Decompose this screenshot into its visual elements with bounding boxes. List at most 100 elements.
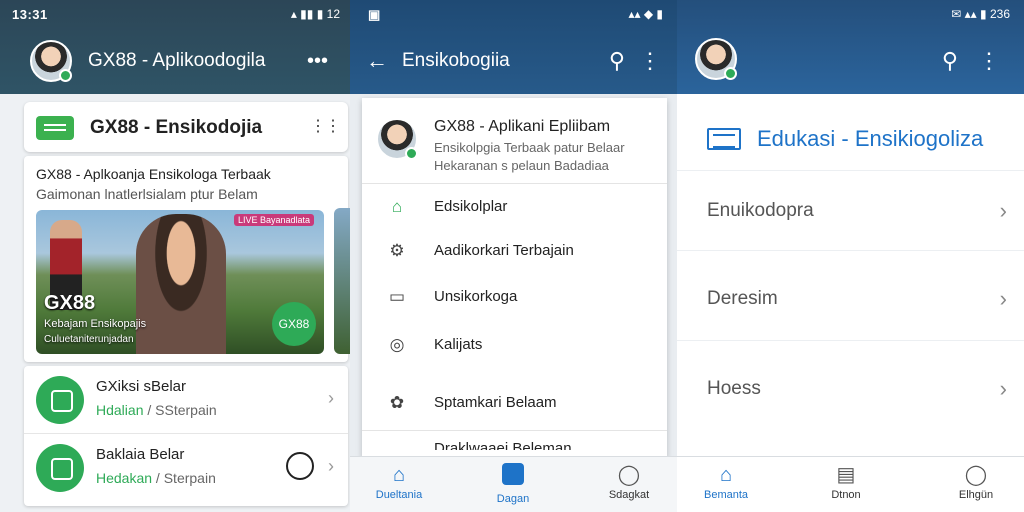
drawer-item-label: Kalijats [434,336,483,353]
featured-title: GX88 - Aplkoanja Ensikologa Terbaak [36,166,271,182]
avatar[interactable] [695,38,737,80]
chevron-right-icon: › [328,388,334,408]
row-label: Hoess [707,378,761,399]
home-icon: ⌂ [391,197,403,216]
nav-item-home[interactable]: ⌂ Dueltania [354,463,444,501]
navigation-drawer: GX88 - Aplikani Epliibam Ensikolpgia Ter… [362,98,667,458]
avatar[interactable] [376,118,418,160]
drawer-item-label[interactable]: Draklwaaei Beleman [434,440,572,450]
bottom-navigation: ⌂ Bemanta ▤ Dtnon ◯ Elhgün [677,456,1024,512]
status-icons-left: ▣ [368,7,381,22]
profile-name: GX88 - Aplikani Epliibam [434,118,611,135]
divider [677,250,1024,251]
featured-banner[interactable]: LIVE Bayanadlata GX88 Kebajam Ensikopaji… [36,210,324,354]
more-vert-icon[interactable]: ⋮ [978,50,1000,72]
profile-icon: ◯ [964,464,988,486]
document-icon: ▭ [388,287,406,306]
search-icon[interactable]: ⚲ [609,50,625,72]
status-icons: ▴▴ ◆ ▮ [628,7,663,21]
settings-dial-icon[interactable] [286,452,314,480]
app-screen-education: ✉ ▴▴ ▮ 236 ⚲ ⋮ Edukasi - Ensikiogoliza E… [677,0,1024,512]
more-options-icon[interactable]: ••• [307,50,328,72]
top-app-bar: ✉ ▴▴ ▮ 236 ⚲ ⋮ [677,0,1024,94]
profile-desc: Hekaranan s pelaun Badadiaa [434,158,609,173]
row-label: Enuikodopra [707,200,814,221]
row-label: Deresim [707,288,778,309]
page-title: Ensikobogiia [402,50,510,71]
drawer-divider [362,430,667,431]
live-badge: LIVE Bayanadlata [233,214,314,226]
nav-item-documents[interactable]: ▤ Dtnon [801,463,891,501]
chevron-right-icon: › [999,286,1007,311]
page-title: Edukasi - Ensikiogoliza [707,126,983,152]
home-icon: ⌂ [392,464,406,486]
more-vert-icon[interactable]: ⋮ [639,50,661,72]
chevron-right-icon: › [999,198,1007,223]
drawer-item[interactable]: ◎ Kalijats [362,324,667,368]
avatar[interactable] [30,40,72,82]
app-screen-home: 13:31 ▴ ▮▮ ▮ 12 GX88 - Aplikoodogila •••… [0,0,350,512]
nav-item-profile[interactable]: ◯ Elhgün [931,463,1021,501]
settings-row[interactable]: Enuikodopra › [707,192,1007,232]
top-app-bar: 13:31 ▴ ▮▮ ▮ 12 GX88 - Aplikoodogila ••• [0,0,350,94]
drawer-item-label: Sptamkari Belaam [434,394,557,411]
chevron-right-icon: › [999,376,1007,401]
bookmark-icon [468,463,558,491]
list-item-title: Baklaia Belar [96,446,185,463]
table-icon [707,128,741,150]
list-item-subtitle: Hdalian / SSterpain [96,402,217,418]
banner-brand: GX88 [44,292,96,314]
featured-subtitle: Gaimonan lnatlerlsialam ptur Belam [36,186,258,202]
status-icons: ▴ ▮▮ ▮ 12 [290,7,340,21]
banner-line-2: Culuetaniterunjadan [44,334,134,345]
section-title: GX88 - Ensikodojia [90,117,263,138]
drawer-item[interactable]: ⚙ Aadikorkari Terbajain [362,230,667,274]
nav-label: Elhgün [958,489,994,501]
back-arrow-icon[interactable]: ← [366,50,388,72]
drawer-item-label: Unsikorkoga [434,288,518,305]
nav-item-active[interactable]: Dagan [468,463,558,505]
list-item-subtitle: Hedakan / Sterpain [96,470,216,486]
chat-icon: ◎ [389,335,405,354]
feature-list: GXiksi sBelar Hdalian / SSterpain › Bakl… [24,366,348,506]
app-screen-drawer: ▣ ▴▴ ◆ ▮ ← Ensikobogiia ⚲ ⋮ GX88 - Aplik… [350,0,677,512]
settings-row[interactable]: Deresim › [707,280,1007,320]
drawer-item-label: Edsikolplar [434,198,508,215]
settings-row[interactable]: Hoess › [707,370,1007,410]
puzzle-icon: ✿ [389,393,405,412]
list-item-title: GXiksi sBelar [96,378,187,395]
profile-icon: ◯ [617,464,641,486]
gear-icon: ⚙ [389,241,405,260]
nav-label: Sdagkat [608,489,650,501]
nav-label: Bemanta [703,489,749,501]
bottom-navigation: ⌂ Dueltania Dagan ◯ Sdagkat [350,456,677,512]
app-title: GX88 - Aplikoodogila [88,50,266,71]
search-icon[interactable]: ⚲ [942,50,958,72]
menu-card-icon [36,116,74,140]
next-banner-peek[interactable] [334,208,350,354]
featured-card[interactable]: GX88 - Aplkoanja Ensikologa Terbaak Gaim… [24,156,348,362]
top-app-bar: ▣ ▴▴ ◆ ▮ ← Ensikobogiia ⚲ ⋮ [350,0,677,94]
drawer-item[interactable]: ▭ Unsikorkoga [362,276,667,320]
nav-item-profile[interactable]: ◯ Sdagkat [584,463,674,501]
section-header-card[interactable]: GX88 - Ensikodojia ⋮⋮ [24,102,348,152]
drawer-profile[interactable]: GX88 - Aplikani Epliibam Ensikolpgia Ter… [362,98,667,184]
list-item[interactable]: GXiksi sBelar Hdalian / SSterpain › [24,366,348,434]
nav-label: Dueltania [375,489,423,501]
status-icons: ✉ ▴▴ ▮ 236 [951,7,1010,21]
list-item[interactable]: Baklaia Belar Hedakan / Sterpain › [24,434,348,502]
divider [677,170,1024,171]
banner-photo [136,214,226,354]
more-options-icon[interactable]: ⋮⋮ [310,116,341,136]
banner-badge[interactable]: GX88 [272,302,316,346]
nav-label: Dtnon [831,489,861,501]
nav-item-home[interactable]: ⌂ Bemanta [681,463,771,501]
online-indicator [405,147,418,160]
home-icon: ⌂ [719,464,733,486]
list-item-icon [36,376,84,424]
drawer-item[interactable]: ✿ Sptamkari Belaam [362,382,667,426]
online-indicator [724,67,737,80]
banner-line-1: Kebajam Ensikopajis [44,318,147,330]
drawer-item[interactable]: ⌂ Edsikolplar [362,186,667,230]
nav-label: Dagan [496,493,530,505]
